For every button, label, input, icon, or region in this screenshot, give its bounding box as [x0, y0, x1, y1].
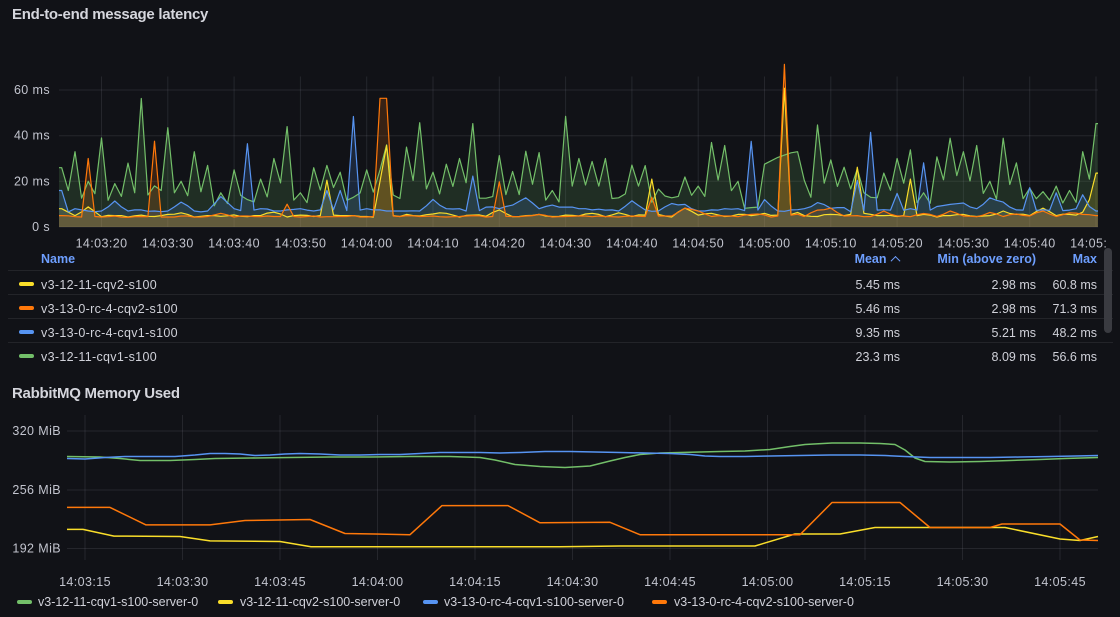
svg-text:14:05:10: 14:05:10: [805, 237, 857, 251]
svg-text:14:05:30: 14:05:30: [937, 575, 989, 589]
svg-text:20 ms: 20 ms: [14, 174, 50, 188]
svg-text:40 ms: 40 ms: [14, 129, 50, 143]
svg-text:192 MiB: 192 MiB: [12, 542, 61, 556]
svg-text:14:05:15: 14:05:15: [839, 575, 891, 589]
svg-text:14:05:50: 14:05:50: [1070, 237, 1120, 251]
svg-text:14:05:00: 14:05:00: [742, 575, 794, 589]
svg-text:14:03:15: 14:03:15: [59, 575, 111, 589]
svg-text:60 ms: 60 ms: [14, 83, 50, 97]
svg-text:14:05:00: 14:05:00: [739, 237, 791, 251]
svg-text:14:05:45: 14:05:45: [1034, 575, 1086, 589]
svg-text:14:04:50: 14:04:50: [672, 237, 724, 251]
svg-text:14:03:30: 14:03:30: [142, 237, 194, 251]
svg-text:0 s: 0 s: [32, 220, 50, 234]
svg-text:14:04:00: 14:04:00: [341, 237, 393, 251]
svg-text:14:04:20: 14:04:20: [473, 237, 525, 251]
svg-text:14:05:40: 14:05:40: [1004, 237, 1056, 251]
svg-text:14:03:50: 14:03:50: [274, 237, 326, 251]
svg-text:14:05:20: 14:05:20: [871, 237, 923, 251]
svg-text:14:03:20: 14:03:20: [76, 237, 128, 251]
svg-text:14:03:40: 14:03:40: [208, 237, 260, 251]
svg-text:14:04:10: 14:04:10: [407, 237, 459, 251]
svg-text:14:04:45: 14:04:45: [644, 575, 696, 589]
svg-text:14:03:45: 14:03:45: [254, 575, 306, 589]
svg-text:320 MiB: 320 MiB: [12, 424, 61, 438]
svg-text:14:03:30: 14:03:30: [157, 575, 209, 589]
svg-text:14:04:30: 14:04:30: [547, 575, 599, 589]
svg-text:14:04:40: 14:04:40: [606, 237, 658, 251]
svg-text:14:04:30: 14:04:30: [540, 237, 592, 251]
svg-text:256 MiB: 256 MiB: [12, 483, 61, 497]
svg-text:14:04:00: 14:04:00: [352, 575, 404, 589]
svg-text:14:04:15: 14:04:15: [449, 575, 501, 589]
svg-text:14:05:30: 14:05:30: [937, 237, 989, 251]
